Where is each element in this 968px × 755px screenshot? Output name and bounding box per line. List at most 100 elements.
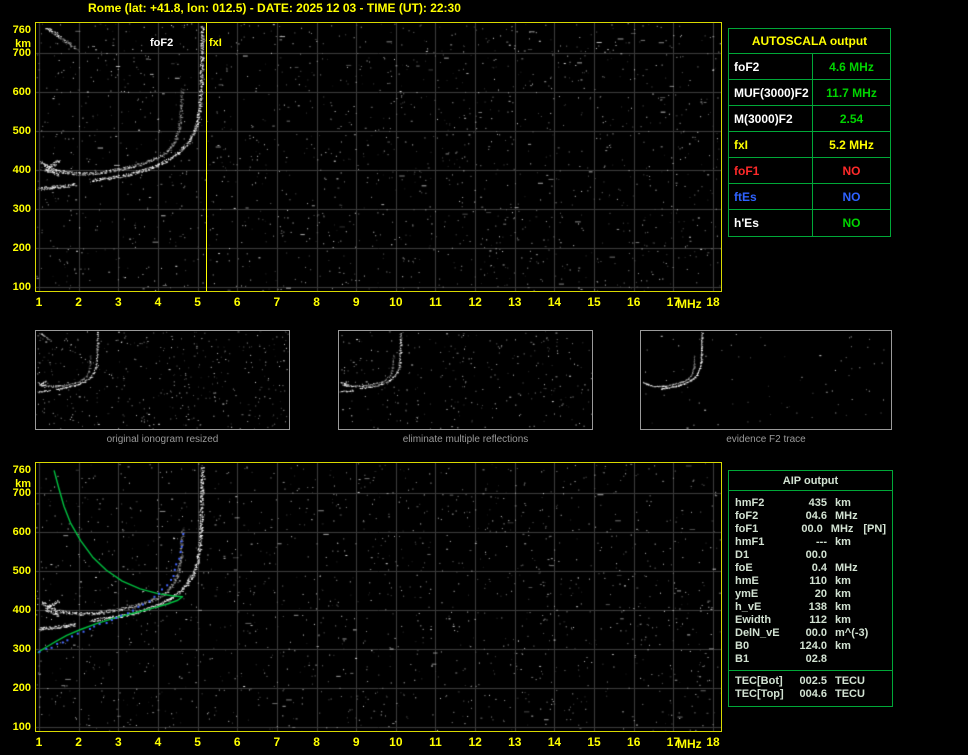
aip-param-label: hmE [735,575,759,587]
x-axis-tick: 11 [429,735,442,749]
y-axis-tick: 600 [12,525,31,538]
thumbnail-caption-no-multiples: eliminate multiple reflections [402,434,529,445]
aip-param-value: 0.4 [811,562,827,574]
x-axis-tick: 14 [547,295,562,309]
aip-row: B0 124.0 km [735,640,886,653]
autoscala-row: MUF(3000)F2 11.7 MHz [729,80,890,106]
autoscala-rows: foF2 4.6 MHz MUF(3000)F2 11.7 MHz M(3000)F2 2… [729,54,890,236]
x-axis-tick: 7 [273,735,281,749]
autoscala-param-label: h'Es [729,210,813,236]
y-axis-tick: 400 [12,603,31,616]
autoscala-param-label: foF1 [729,158,813,183]
thumbnail-caption-original: original ionogram resized [106,434,219,445]
aip-param-unit: km [835,640,851,652]
aip-tec-section: TEC[Bot] 002.5 TECU TEC[Top] 004.6 TECU [729,670,892,706]
aip-param-label: Ewidth [735,614,772,626]
ionogram-bottom-canvas [36,463,721,731]
autoscala-row: foF2 4.6 MHz [729,54,890,80]
aip-param-unit: MHz [835,562,858,574]
x-axis-tick: 1 [35,295,43,309]
aip-param-value: --- [816,536,827,548]
aip-param-unit: km [835,536,851,548]
autoscala-param-value: NO [842,216,861,230]
x-axis-tick: 16 [627,735,641,749]
aip-param-value: 124.0 [799,640,827,652]
aip-param-value: 002.5 [799,675,827,687]
aip-panel: AIP output hmF2 435 km foF2 04.6 MHz foF1 00.0 M… [728,470,893,707]
y-axis-tick: 100 [12,280,31,293]
x-axis-tick: 2 [75,735,82,749]
aip-row: hmF1 --- km [735,536,886,549]
page-title: Rome (lat: +41.8, lon: 012.5) - DATE: 20… [88,1,461,15]
x-axis-tick: 11 [429,295,442,309]
y-axis-unit-label: km [15,477,31,490]
aip-param-value: 138 [808,601,827,613]
aip-param-unit: m^(-3) [835,627,869,639]
y-axis-tick: 300 [12,202,31,215]
aip-row: ymE 20 km [735,588,886,601]
y-axis-tick: 400 [12,163,31,176]
aip-row: hmE 110 km [735,575,886,588]
y-axis-unit-label: km [15,37,31,50]
x-axis-tick: 5 [194,735,201,749]
aip-row: D1 00.0 [735,549,886,562]
aip-param-unit: MHz [835,510,858,522]
y-axis-tick: 300 [12,642,31,655]
autoscala-param-value: 5.2 MHz [829,137,874,152]
aip-row: B1 02.8 [735,653,886,666]
autoscala-row: h'Es NO [729,210,890,236]
x-axis-tick: 5 [194,295,201,309]
x-axis-tick: 4 [154,735,162,749]
autoscala-row: foF1 NO [729,158,890,184]
autoscala-param-label: ftEs [729,184,813,209]
autoscala-screen: Rome (lat: +41.8, lon: 012.5) - DATE: 20… [0,0,968,755]
x-axis-tick: 1 [35,735,43,749]
aip-param-label: foF1 [735,523,759,535]
aip-param-label: D1 [735,549,750,561]
ionogram-top: foF2 fxI 1 2 3 4 5 6 7 8 9 10 11 12 13 14 15 16 17 18 MHz 7… [13,22,722,311]
x-axis-tick: 8 [313,735,320,749]
aip-row: Ewidth 112 km [735,614,886,627]
autoscala-row: M(3000)F2 2.54 [729,106,890,132]
aip-param-unit: km [835,575,851,587]
aip-param-value: 112 [809,614,827,626]
y-axis-tick: 200 [12,681,31,694]
x-axis-unit-label: MHz [677,297,702,311]
aip-row: DelN_vE 00.0 m^(-3) [735,627,886,640]
y-axis-tick: 500 [12,124,31,137]
aip-param-unit: km [835,497,851,509]
x-axis-tick: 13 [508,735,522,749]
aip-param-label: h_vE [735,601,762,613]
aip-param-label: ymE [735,588,759,600]
x-axis-tick: 9 [352,295,360,309]
aip-param-value: 00.0 [805,627,827,639]
aip-param-value: 435 [808,497,827,509]
x-axis-tick: 12 [468,735,482,749]
autoscala-param-value: 11.7 MHz [826,85,877,100]
aip-param-label: foF2 [735,510,759,522]
autoscala-panel-title: AUTOSCALA output [729,29,890,54]
thumbnail-no-multiples-canvas [339,331,592,429]
x-axis-tick: 12 [468,295,482,309]
autoscala-panel: AUTOSCALA output foF2 4.6 MHz MUF(3000)F2 1… [728,28,891,237]
autoscala-param-value: NO [842,189,861,204]
autoscala-param-label: M(3000)F2 [729,106,813,131]
x-axis-tick: 6 [233,295,241,309]
aip-param-label: hmF2 [735,497,765,509]
x-axis-tick: 18 [706,735,720,749]
x-axis-tick: 2 [75,295,82,309]
autoscala-param-label: MUF(3000)F2 [729,80,813,105]
aip-param-note: [PN] [863,523,886,535]
foF2-marker-label: foF2 [150,37,174,49]
aip-param-label: B0 [735,640,750,652]
y-axis-tick: 760 [12,23,31,36]
fxI-marker-label: fxI [209,37,222,49]
aip-param-unit: km [835,601,851,613]
aip-param-value: 02.8 [805,653,827,665]
aip-param-unit: km [835,588,851,600]
aip-param-label: foE [735,562,753,574]
aip-param-value: 20 [814,588,827,600]
thumbnail-original-ionogram [35,330,290,430]
autoscala-param-value: 4.6 MHz [829,59,874,74]
aip-param-unit: TECU [835,688,865,700]
